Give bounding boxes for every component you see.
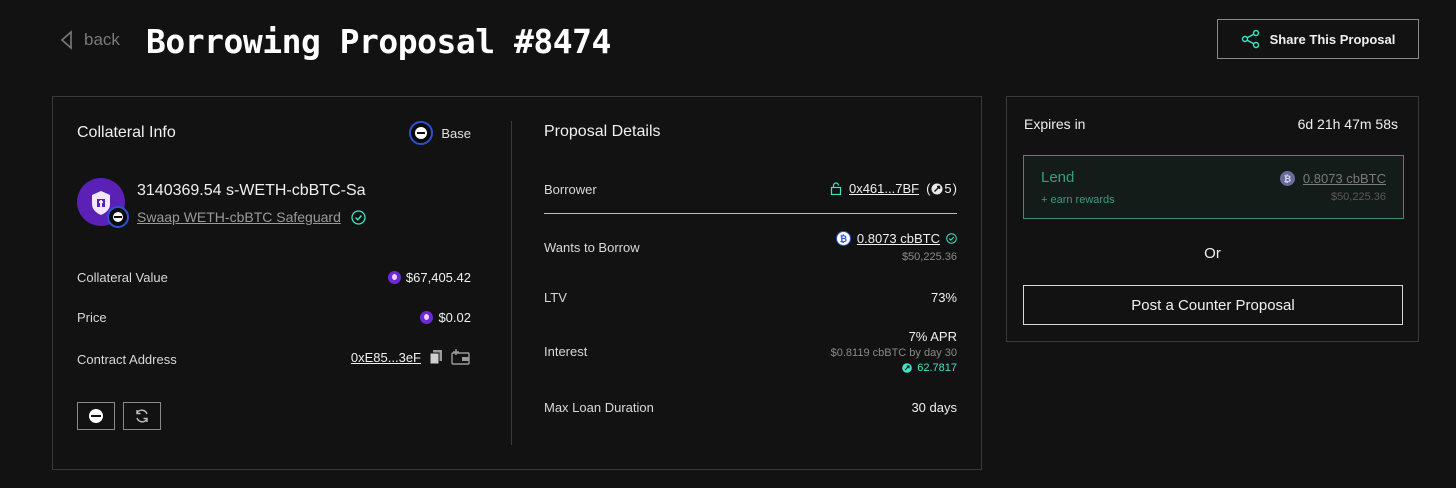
interest-apr: 7% APR xyxy=(908,329,957,344)
bitcoin-icon: ₿ xyxy=(835,231,851,246)
interest-by-day: $0.8119 cbBTC by day 30 xyxy=(830,347,957,359)
lend-button[interactable]: Lend + earn rewards ₿ 0.8073 cbBTC $50,2… xyxy=(1023,155,1404,219)
verified-check-icon xyxy=(946,233,957,244)
wallet-add-icon[interactable] xyxy=(451,349,471,365)
refresh-button[interactable] xyxy=(123,402,161,430)
share-proposal-button[interactable]: Share This Proposal xyxy=(1217,19,1419,59)
counter-proposal-button[interactable]: Post a Counter Proposal xyxy=(1023,285,1403,325)
lend-amount-group: ₿ 0.8073 cbBTC xyxy=(1279,171,1386,186)
bitcoin-icon: ₿ xyxy=(1279,171,1295,186)
base-chain-mini-icon xyxy=(107,206,129,228)
borrow-amount-link[interactable]: 0.8073 cbBTC xyxy=(857,231,940,246)
base-chain-button[interactable] xyxy=(77,402,115,430)
interest-group: 7% APR $0.8119 cbBTC by day 30 62.7817 xyxy=(831,329,957,374)
interest-points: 62.7817 xyxy=(831,362,957,374)
contract-address-label: Contract Address xyxy=(77,352,177,367)
share-button-label: Share This Proposal xyxy=(1269,31,1396,47)
or-separator: Or xyxy=(1204,245,1221,262)
page-title: Borrowing Proposal #8474 xyxy=(146,22,611,61)
refresh-icon xyxy=(136,409,148,423)
collateral-value-text: $67,405.42 xyxy=(405,270,471,285)
collateral-value-label: Collateral Value xyxy=(77,270,168,285)
borrow-amount-group: ₿ 0.8073 cbBTC $50,225.36 xyxy=(835,231,957,263)
share-icon xyxy=(1241,29,1259,49)
back-label: back xyxy=(84,30,120,49)
earn-rewards-label: + earn rewards xyxy=(1041,194,1115,206)
lend-usd-value: $50,225.36 xyxy=(1330,191,1386,203)
copy-icon[interactable] xyxy=(429,349,443,365)
verified-check-icon xyxy=(351,209,366,225)
contract-address-link[interactable]: 0xE85...3eF xyxy=(351,350,421,365)
borrower-divider xyxy=(544,213,957,214)
collateral-token-small-icon xyxy=(387,271,401,284)
base-chain-icon xyxy=(409,121,434,145)
collateral-value: $67,405.42 xyxy=(387,270,471,285)
expires-countdown: 6d 21h 47m 58s xyxy=(1297,116,1398,132)
collateral-token-link[interactable]: Swaap WETH-cbBTC Safeguard xyxy=(137,209,341,225)
lock-icon xyxy=(830,182,842,195)
price-value: $0.02 xyxy=(420,310,471,325)
collateral-token-icon xyxy=(77,178,129,228)
collateral-title: Collateral Info xyxy=(77,124,176,141)
interest-label: Interest xyxy=(544,344,588,359)
collateral-token-small-icon xyxy=(420,311,434,324)
back-link[interactable]: back xyxy=(58,30,120,50)
points-icon xyxy=(902,363,913,373)
borrower-score: ( 5 ) xyxy=(926,181,957,196)
proposal-details-title: Proposal Details xyxy=(544,123,661,140)
borrower-address-link[interactable]: 0x461...7BF xyxy=(849,181,919,196)
expires-label: Expires in xyxy=(1024,116,1086,132)
contract-address-group: 0xE85...3eF xyxy=(351,349,471,365)
lend-card: Expires in 6d 21h 47m 58s Lend + earn re… xyxy=(1006,96,1419,342)
section-divider xyxy=(511,121,512,445)
ltv-value: 73% xyxy=(930,290,957,305)
chain-name: Base xyxy=(441,125,471,141)
max-duration-value: 30 days xyxy=(911,400,957,415)
base-chain-icon xyxy=(89,409,103,423)
chevron-left-icon xyxy=(60,30,72,50)
max-duration-label: Max Loan Duration xyxy=(544,400,654,415)
proposal-card: Collateral Info Base 3140369.54 s-WETH-c… xyxy=(52,96,982,470)
interest-points-value: 62.7817 xyxy=(917,362,957,374)
ltv-label: LTV xyxy=(544,290,567,305)
chain-badge: Base xyxy=(409,121,471,145)
borrower-label: Borrower xyxy=(544,182,597,197)
rocket-badge-icon xyxy=(931,183,943,194)
price-value-text: $0.02 xyxy=(438,310,471,325)
collateral-amount: 3140369.54 s-WETH-cbBTC-Sa xyxy=(137,182,366,199)
borrower-group: 0x461...7BF ( 5 ) xyxy=(830,181,957,196)
borrow-usd-value: $50,225.36 xyxy=(901,251,957,263)
lend-amount: 0.8073 cbBTC xyxy=(1302,171,1386,186)
wants-to-borrow-label: Wants to Borrow xyxy=(544,240,640,255)
price-label: Price xyxy=(77,310,107,325)
borrower-score-value: 5 xyxy=(944,181,952,196)
lend-label: Lend xyxy=(1041,169,1075,186)
